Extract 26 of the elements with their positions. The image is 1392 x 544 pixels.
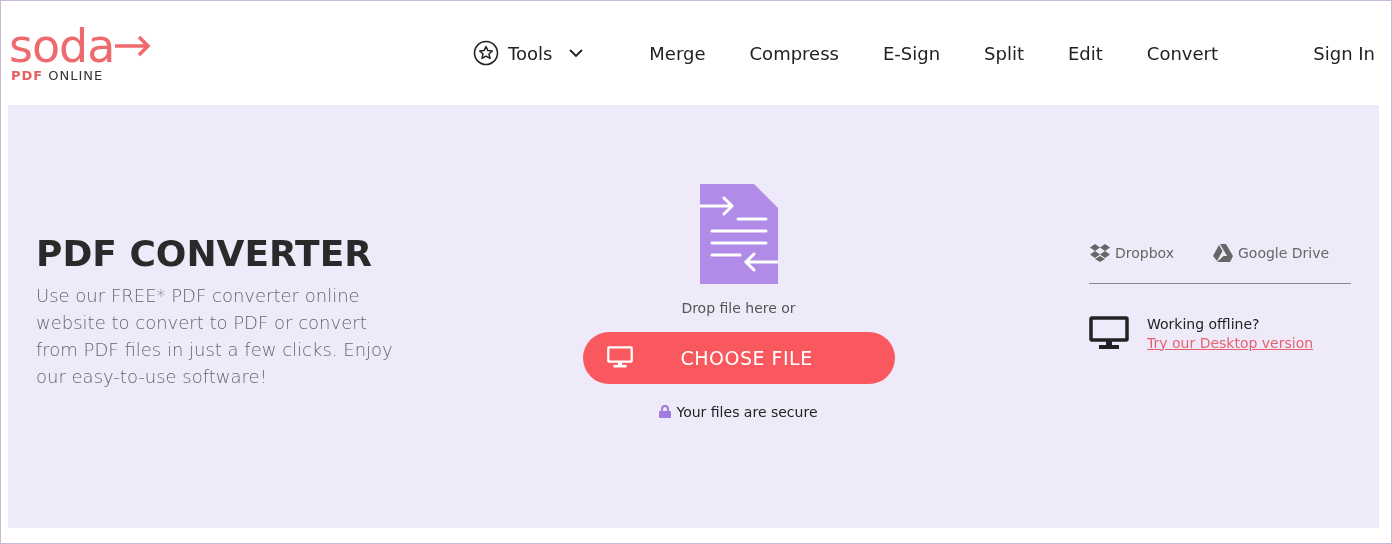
tools-menu[interactable]: Tools (473, 40, 584, 66)
dropbox-icon (1089, 242, 1111, 263)
description: Use our FREE* PDF converter online website to convert to PDF or convert from PDF files in just a few clicks. Enjoy our easy-to-use software! (36, 284, 394, 389)
sign-in-link[interactable]: Sign In (1313, 42, 1375, 64)
logo-wordmark: soda (9, 23, 115, 68)
monitor-icon (1089, 315, 1129, 350)
file-convert-icon (699, 183, 778, 284)
nav-link[interactable]: Split (984, 42, 1024, 64)
logo-subtitle: ONLINE (48, 67, 104, 83)
nav-link[interactable]: Convert (1146, 42, 1219, 64)
offline-question: Working offline? (1147, 315, 1261, 332)
security-note: Your files are secure (676, 403, 818, 420)
arrow-icon (114, 34, 151, 57)
cloud-source-button[interactable]: Google Drive (1212, 242, 1330, 263)
drop-hint: Drop file here or (681, 299, 796, 316)
nav-link[interactable]: Edit (1068, 42, 1103, 64)
page-title: PDF CONVERTER (36, 233, 373, 274)
chevron-down-icon (569, 48, 584, 58)
nav-link[interactable]: Compress (749, 42, 839, 64)
monitor-icon (606, 346, 633, 369)
nav-link[interactable]: E-Sign (882, 42, 941, 64)
lock-icon (659, 405, 672, 418)
drive-icon (1212, 242, 1234, 263)
logo-subtitle-bold: PDF (11, 67, 44, 83)
cloud-source-button[interactable]: Dropbox (1089, 242, 1174, 263)
nav-link[interactable]: Merge (649, 42, 706, 64)
